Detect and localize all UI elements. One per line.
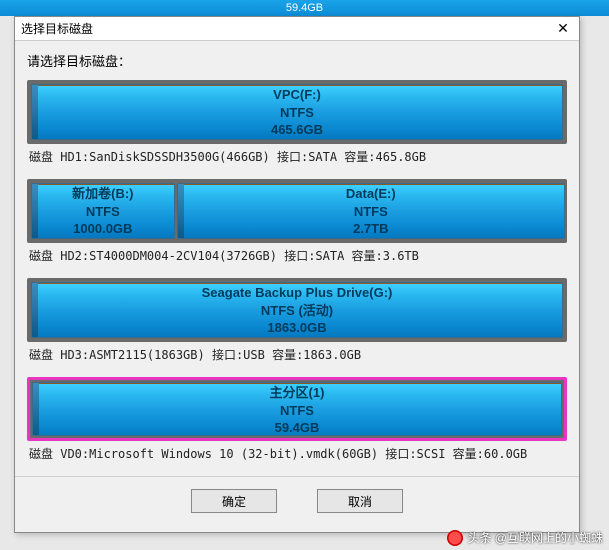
close-icon[interactable]: ✕ (553, 19, 573, 39)
partition[interactable]: 新加卷(B:)NTFS1000.0GB (31, 183, 175, 239)
disk-list: VPC(F:)NTFS465.6GB磁盘 HD1:SanDiskSDSSDH35… (27, 80, 567, 472)
ok-button[interactable]: 确定 (191, 489, 277, 513)
partition-size: 59.4GB (275, 419, 320, 436)
partition-left-strip (32, 85, 38, 139)
disk-frame[interactable]: VPC(F:)NTFS465.6GB (27, 80, 567, 144)
partition-size: 465.6GB (271, 121, 323, 139)
cancel-button[interactable]: 取消 (317, 489, 403, 513)
disk-block[interactable]: 新加卷(B:)NTFS1000.0GBData(E:)NTFS2.7TB磁盘 H… (27, 179, 567, 274)
disk-block[interactable]: 主分区(1)NTFS59.4GB 磁盘 VD0:Microsoft Windows… (27, 377, 567, 472)
partition-size: 1863.0GB (267, 319, 326, 337)
disk-block[interactable]: Seagate Backup Plus Drive(G:)NTFS (活动)18… (27, 278, 567, 373)
disk-block[interactable]: VPC(F:)NTFS465.6GB 磁盘 HD1:SanDiskSDSSDH35… (27, 80, 567, 175)
disk-info-label: 磁盘 HD2:ST4000DM004-2CV104(3726GB) 接口:SAT… (27, 243, 567, 274)
partition-name: 新加卷(B:) (72, 185, 133, 203)
partition-fs: NTFS (280, 402, 314, 420)
disk-frame[interactable]: 主分区(1)NTFS59.4GB (27, 377, 567, 441)
partition-fs: NTFS (86, 203, 120, 221)
partition-name: Seagate Backup Plus Drive(G:) (202, 284, 393, 302)
dialog-content: 请选择目标磁盘： VPC(F:)NTFS465.6GB磁盘 HD1:SanDis… (15, 41, 579, 472)
partition-body: 主分区(1)NTFS59.4GB (33, 384, 561, 436)
partition-left-strip (33, 383, 39, 435)
partition[interactable]: Seagate Backup Plus Drive(G:)NTFS (活动)18… (31, 282, 563, 338)
select-target-disk-dialog: 选择目标磁盘 ✕ 请选择目标磁盘： VPC(F:)NTFS465.6GB磁盘 H… (14, 16, 580, 533)
partition[interactable]: VPC(F:)NTFS465.6GB (31, 84, 563, 140)
partition[interactable]: Data(E:)NTFS2.7TB (177, 183, 565, 239)
partition-name: 主分区(1) (270, 384, 325, 402)
partition-fs: NTFS (354, 203, 388, 221)
disk-frame[interactable]: Seagate Backup Plus Drive(G:)NTFS (活动)18… (27, 278, 567, 342)
watermark-logo-icon (447, 530, 463, 546)
partition-left-strip (32, 184, 38, 238)
partition-body: Seagate Backup Plus Drive(G:)NTFS (活动)18… (32, 284, 562, 337)
background-topbar: 59.4GB (0, 0, 609, 16)
disk-info-label: 磁盘 HD3:ASMT2115(1863GB) 接口:USB 容量:1863.0… (27, 342, 567, 373)
watermark-text: 头条 @互联网上的小蜘蛛 (467, 529, 603, 546)
partition-body: Data(E:)NTFS2.7TB (178, 185, 564, 238)
partition-body: VPC(F:)NTFS465.6GB (32, 86, 562, 139)
partition[interactable]: 主分区(1)NTFS59.4GB (32, 382, 562, 436)
partition-left-strip (178, 184, 184, 238)
disk-info-label: 磁盘 VD0:Microsoft Windows 10 (32-bit).vmd… (27, 441, 567, 472)
partition-fs: NTFS (280, 104, 314, 122)
partition-size: 1000.0GB (73, 220, 132, 238)
dialog-title: 选择目标磁盘 (21, 20, 553, 37)
partition-size: 2.7TB (353, 220, 388, 238)
button-row: 确定 取消 (15, 476, 579, 525)
watermark: 头条 @互联网上的小蜘蛛 (447, 529, 603, 546)
prompt-label: 请选择目标磁盘： (27, 51, 567, 70)
titlebar: 选择目标磁盘 ✕ (15, 17, 579, 41)
partition-name: Data(E:) (346, 185, 396, 203)
partition-left-strip (32, 283, 38, 337)
partition-name: VPC(F:) (273, 86, 321, 104)
partition-fs: NTFS (活动) (261, 302, 333, 320)
disk-frame[interactable]: 新加卷(B:)NTFS1000.0GBData(E:)NTFS2.7TB (27, 179, 567, 243)
partition-body: 新加卷(B:)NTFS1000.0GB (32, 185, 174, 238)
disk-info-label: 磁盘 HD1:SanDiskSDSSDH3500G(466GB) 接口:SATA… (27, 144, 567, 175)
